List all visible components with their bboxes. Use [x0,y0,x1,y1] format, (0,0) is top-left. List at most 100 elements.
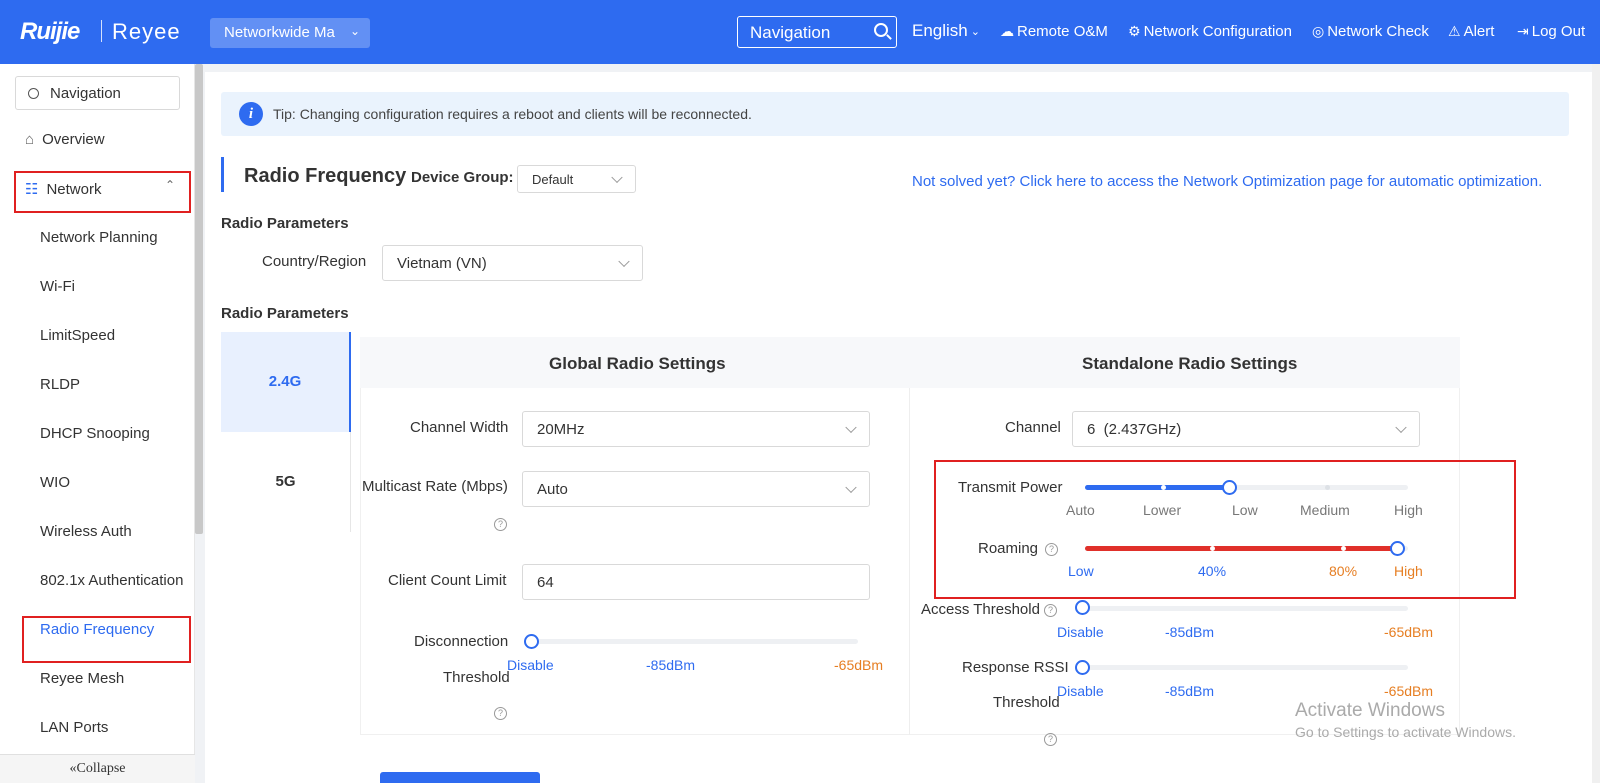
sidebar-item-8021x[interactable]: 802.1x Authentication [40,572,183,589]
transmit-power-fill [1085,485,1235,490]
disconnection-threshold-label: Disconnection [414,633,509,650]
sidebar-item-limitspeed[interactable]: LimitSpeed [40,327,115,344]
channel-value: 6 (2.437GHz) [1087,420,1182,438]
main-scrollbar[interactable] [1592,64,1600,783]
logout-label: Log Out [1531,23,1586,40]
multicast-help-icon[interactable]: ? [494,518,507,531]
roaming-help-icon[interactable]: ? [1045,543,1058,556]
roaming-tick: Low [1068,563,1094,579]
search-icon [28,88,39,99]
access-tick: -65dBm [1384,624,1434,640]
gear-icon: ⚙ [1128,23,1141,39]
device-group-select[interactable]: Default [517,165,636,193]
country-region-select[interactable]: Vietnam (VN) [382,245,643,281]
disconnection-threshold-track[interactable] [530,639,858,644]
windows-watermark-title: Activate Windows [1295,700,1445,721]
cloud-icon: ☁ [1000,23,1014,39]
home-icon: ⌂ [25,131,35,148]
access-threshold-help-icon[interactable]: ? [1044,604,1057,617]
collapse-button[interactable]: «Collapse [0,754,195,783]
transmit-power-handle[interactable] [1222,480,1237,495]
channel-width-select[interactable]: 20MHz [522,411,870,447]
language-label: English [912,21,968,40]
disconnection-help-icon[interactable]: ? [494,707,507,720]
sidebar-item-overview[interactable]: ⌂ Overview [25,131,105,148]
header-navigation-search[interactable]: Navigation [737,16,897,48]
transmit-power-label: Transmit Power [958,479,1063,496]
channel-width-value: 20MHz [537,420,585,438]
network-configuration-button[interactable]: ⚙ Network Configuration [1128,23,1292,40]
project-select[interactable]: Networkwide Ma ⌄ [210,18,370,48]
roaming-label: Roaming [978,540,1039,557]
alert-label: Alert [1463,23,1495,40]
response-rssi-help-icon[interactable]: ? [1044,733,1057,746]
sidebar-search-text: Navigation [50,85,121,102]
sidebar-item-wio[interactable]: WIO [40,474,70,491]
roaming-step [1341,546,1346,551]
sidebar-item-wifi[interactable]: Wi-Fi [40,278,75,295]
device-group-value: Default [532,171,574,187]
access-threshold-handle[interactable] [1075,600,1090,615]
tab-2-4g[interactable]: 2.4G [221,332,351,432]
sidebar-item-reyee-mesh[interactable]: Reyee Mesh [40,670,124,687]
tip-banner: i Tip: Changing configuration requires a… [221,92,1569,136]
access-threshold-track[interactable] [1085,606,1408,611]
channel-select[interactable]: 6 (2.437GHz) [1072,411,1420,447]
sidebar-item-rldp[interactable]: RLDP [40,376,80,393]
roaming-fill [1085,546,1403,551]
response-tick: Disable [1057,683,1104,699]
access-tick: -85dBm [1165,624,1215,640]
remote-om-button[interactable]: ☁ Remote O&M [1000,23,1108,40]
ruijie-logo: Ruijie [20,18,80,45]
response-rssi-label-2: Threshold [993,694,1060,711]
multicast-rate-value: Auto [537,480,568,498]
network-check-icon: ◎ [1312,23,1325,39]
multicast-rate-select[interactable]: Auto [522,471,870,507]
logout-button[interactable]: ⇥ Log Out [1517,23,1585,40]
response-rssi-handle[interactable] [1075,660,1090,675]
response-rssi-track[interactable] [1085,665,1408,670]
tip-text: Tip: Changing configuration requires a r… [273,106,752,122]
disconnection-threshold-label-2: Threshold [443,669,510,686]
response-rssi-label: Response RSSI [962,659,1069,676]
alert-button[interactable]: ⚠ Alert [1448,23,1494,40]
client-count-limit-label: Client Count Limit [388,572,507,589]
sidebar-item-wireless-auth[interactable]: Wireless Auth [40,523,132,540]
panel-column-divider [909,388,910,735]
sidebar-scrollbar[interactable] [195,64,203,534]
transmit-tick: Auto [1066,502,1095,518]
country-region-label: Country/Region [262,253,367,270]
network-optimization-link[interactable]: Not solved yet? Click here to access the… [912,173,1542,190]
tab-5g[interactable]: 5G [221,432,351,532]
chevron-down-icon: ⌄ [970,25,980,38]
sidebar-search-input[interactable]: Navigation [15,76,180,110]
network-check-button[interactable]: ◎ Network Check [1312,23,1429,40]
sidebar-item-lan-ports[interactable]: LAN Ports [40,719,108,736]
save-button[interactable] [380,772,540,783]
project-select-value: Networkwide Ma [224,24,335,41]
roaming-tick: High [1394,563,1423,579]
roaming-tick: 80% [1329,563,1358,579]
disconnection-threshold-handle[interactable] [524,634,539,649]
radio-parameters-heading-1: Radio Parameters [221,215,349,232]
roaming-handle[interactable] [1390,541,1405,556]
network-configuration-label: Network Configuration [1143,23,1292,40]
global-radio-settings-heading: Global Radio Settings [549,354,726,373]
client-count-limit-input[interactable]: 64 [522,564,870,600]
chevron-down-icon [845,421,857,434]
chevron-down-icon [611,171,623,184]
sidebar-item-network-planning[interactable]: Network Planning [40,229,158,246]
collapse-label: Collapse [76,761,126,776]
country-region-value: Vietnam (VN) [397,254,487,272]
radio-parameters-heading-2: Radio Parameters [221,305,349,322]
remote-om-label: Remote O&M [1017,23,1108,40]
sidebar-item-dhcp-snooping[interactable]: DHCP Snooping [40,425,150,442]
transmit-power-step [1325,485,1330,490]
header-search-text: Navigation [750,23,831,42]
disconnect-tick: -65dBm [834,657,884,673]
language-select[interactable]: English ⌄ [912,21,980,41]
chevron-down-icon [845,481,857,494]
transmit-tick: High [1394,502,1423,518]
info-icon: i [239,102,263,126]
title-accent-bar [221,157,224,192]
